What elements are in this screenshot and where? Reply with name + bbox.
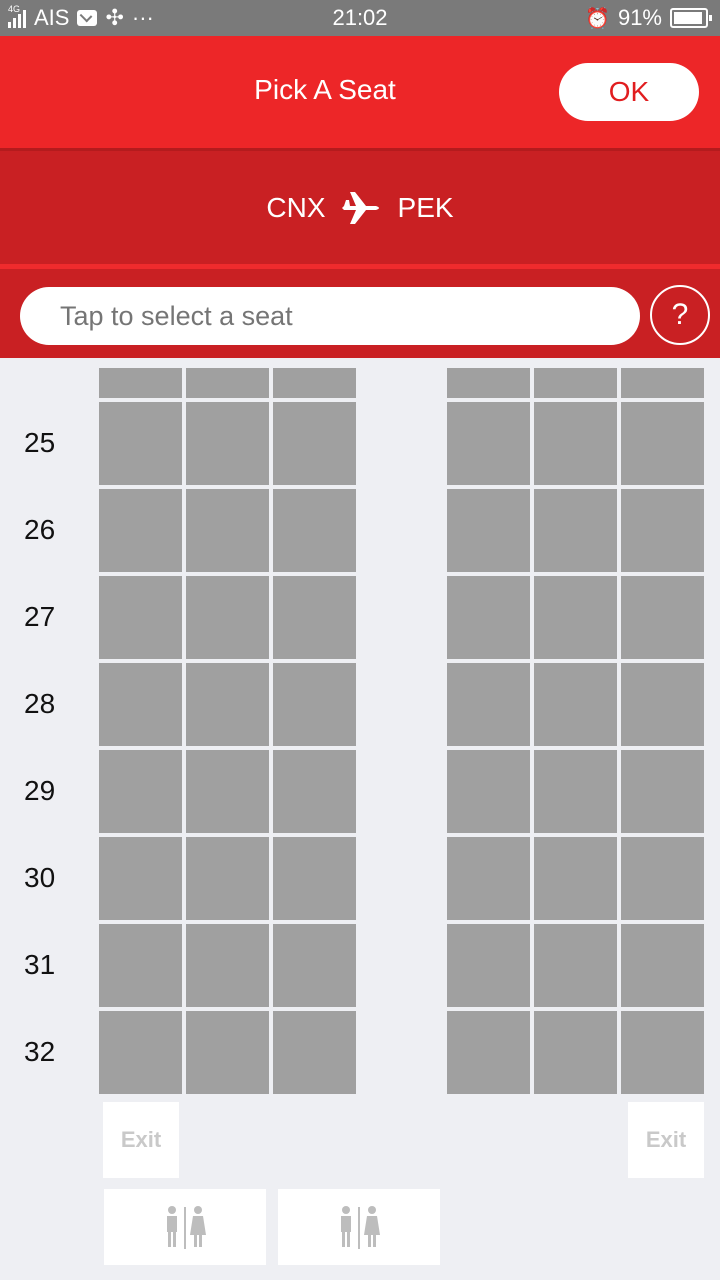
seat-26F[interactable] (621, 489, 704, 572)
seat-row-header (186, 368, 269, 398)
seat-28F[interactable] (621, 663, 704, 746)
restroom-icon (341, 1206, 380, 1249)
seat-27E[interactable] (534, 576, 617, 659)
seat-search-input[interactable] (20, 287, 640, 345)
seat-27F[interactable] (621, 576, 704, 659)
seat-29E[interactable] (534, 750, 617, 833)
seat-30D[interactable] (447, 837, 530, 920)
seat-28D[interactable] (447, 663, 530, 746)
seat-search-row: ? (0, 264, 720, 358)
seat-28B[interactable] (186, 663, 269, 746)
seat-30A[interactable] (99, 837, 182, 920)
seat-29C[interactable] (273, 750, 356, 833)
row-number: 28 (24, 688, 56, 719)
seat-25E[interactable] (534, 402, 617, 485)
seat-31F[interactable] (621, 924, 704, 1007)
battery-percent: 91% (617, 5, 662, 30)
seat-30B[interactable] (186, 837, 269, 920)
seat-25C[interactable] (273, 402, 356, 485)
restroom-icon (167, 1206, 206, 1249)
seat-32F[interactable] (621, 1011, 704, 1094)
seat-32A[interactable] (99, 1011, 182, 1094)
seat-31E[interactable] (534, 924, 617, 1007)
seat-27C[interactable] (273, 576, 356, 659)
seat-31B[interactable] (186, 924, 269, 1007)
seat-row-header (621, 368, 704, 398)
seat-27D[interactable] (447, 576, 530, 659)
seat-29D[interactable] (447, 750, 530, 833)
help-button[interactable]: ? (650, 285, 710, 345)
page-title: Pick A Seat (254, 74, 396, 105)
seat-26B[interactable] (186, 489, 269, 572)
seat-29B[interactable] (186, 750, 269, 833)
seat-28A[interactable] (99, 663, 182, 746)
status-bar: 4G AIS ✣ ··· 21:02 ⏰ 91% (0, 0, 720, 36)
row-number: 25 (24, 427, 56, 458)
seat-28E[interactable] (534, 663, 617, 746)
seat-30F[interactable] (621, 837, 704, 920)
seat-25B[interactable] (186, 402, 269, 485)
lavatory-1 (104, 1189, 266, 1265)
seat-26A[interactable] (99, 489, 182, 572)
seat-31C[interactable] (273, 924, 356, 1007)
seat-32C[interactable] (273, 1011, 356, 1094)
seat-27B[interactable] (186, 576, 269, 659)
seat-26D[interactable] (447, 489, 530, 572)
battery-icon (670, 8, 712, 28)
seat-30C[interactable] (273, 837, 356, 920)
app-header: Pick A Seat OK (0, 36, 720, 148)
airplane-icon (341, 191, 379, 224)
seat-map: Exit Exit 25 26 27 28 29 30 31 32 (0, 358, 720, 1280)
seat-25A[interactable] (99, 402, 182, 485)
seat-25D[interactable] (447, 402, 530, 485)
seat-29F[interactable] (621, 750, 704, 833)
row-number: 30 (24, 862, 56, 893)
route-bar: CNX PEK (0, 148, 720, 264)
seat-32B[interactable] (186, 1011, 269, 1094)
seat-row-header (447, 368, 530, 398)
origin-code: CNX (266, 191, 326, 223)
seat-row-header (99, 368, 182, 398)
seat-26C[interactable] (273, 489, 356, 572)
row-number: 27 (24, 601, 56, 632)
destination-code: PEK (397, 191, 454, 223)
row-number: 32 (24, 1036, 56, 1067)
seat-30E[interactable] (534, 837, 617, 920)
seat-27A[interactable] (99, 576, 182, 659)
seat-32E[interactable] (534, 1011, 617, 1094)
seat-26E[interactable] (534, 489, 617, 572)
seat-row-header (534, 368, 617, 398)
seat-31D[interactable] (447, 924, 530, 1007)
exit-left: Exit (103, 1102, 179, 1178)
row-number: 29 (24, 775, 56, 806)
ok-button[interactable]: OK (559, 63, 699, 121)
seat-32D[interactable] (447, 1011, 530, 1094)
seat-row-header (273, 368, 356, 398)
exit-right: Exit (628, 1102, 704, 1178)
lavatory-2 (278, 1189, 440, 1265)
seat-29A[interactable] (99, 750, 182, 833)
seat-25F[interactable] (621, 402, 704, 485)
seat-31A[interactable] (99, 924, 182, 1007)
alarm-icon: ⏰ (585, 7, 610, 30)
row-number: 26 (24, 514, 56, 545)
seat-28C[interactable] (273, 663, 356, 746)
row-number: 31 (24, 949, 56, 980)
